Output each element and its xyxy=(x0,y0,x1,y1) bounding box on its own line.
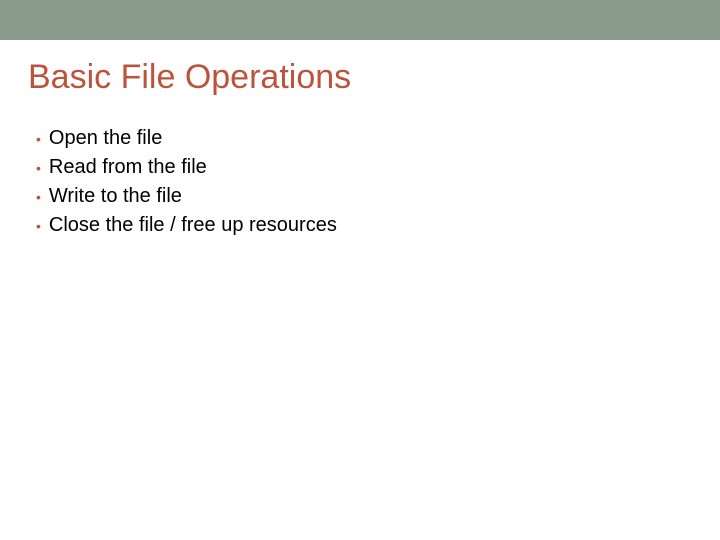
bullet-icon: • xyxy=(36,132,41,146)
list-item: • Open the file xyxy=(36,127,692,150)
slide-content: Basic File Operations • Open the file • … xyxy=(0,40,720,261)
list-item: • Write to the file xyxy=(36,185,692,208)
list-item: • Read from the file xyxy=(36,156,692,179)
bullet-text: Read from the file xyxy=(49,156,207,179)
bullet-text: Write to the file xyxy=(49,185,182,208)
list-item: • Close the file / free up resources xyxy=(36,214,692,237)
bullet-list: • Open the file • Read from the file • W… xyxy=(28,127,692,237)
bullet-text: Open the file xyxy=(49,127,162,150)
bullet-icon: • xyxy=(36,190,41,204)
bullet-text: Close the file / free up resources xyxy=(49,214,337,237)
bullet-icon: • xyxy=(36,161,41,175)
top-accent-bar xyxy=(0,0,720,40)
bullet-icon: • xyxy=(36,219,41,233)
slide-title: Basic File Operations xyxy=(28,58,692,97)
